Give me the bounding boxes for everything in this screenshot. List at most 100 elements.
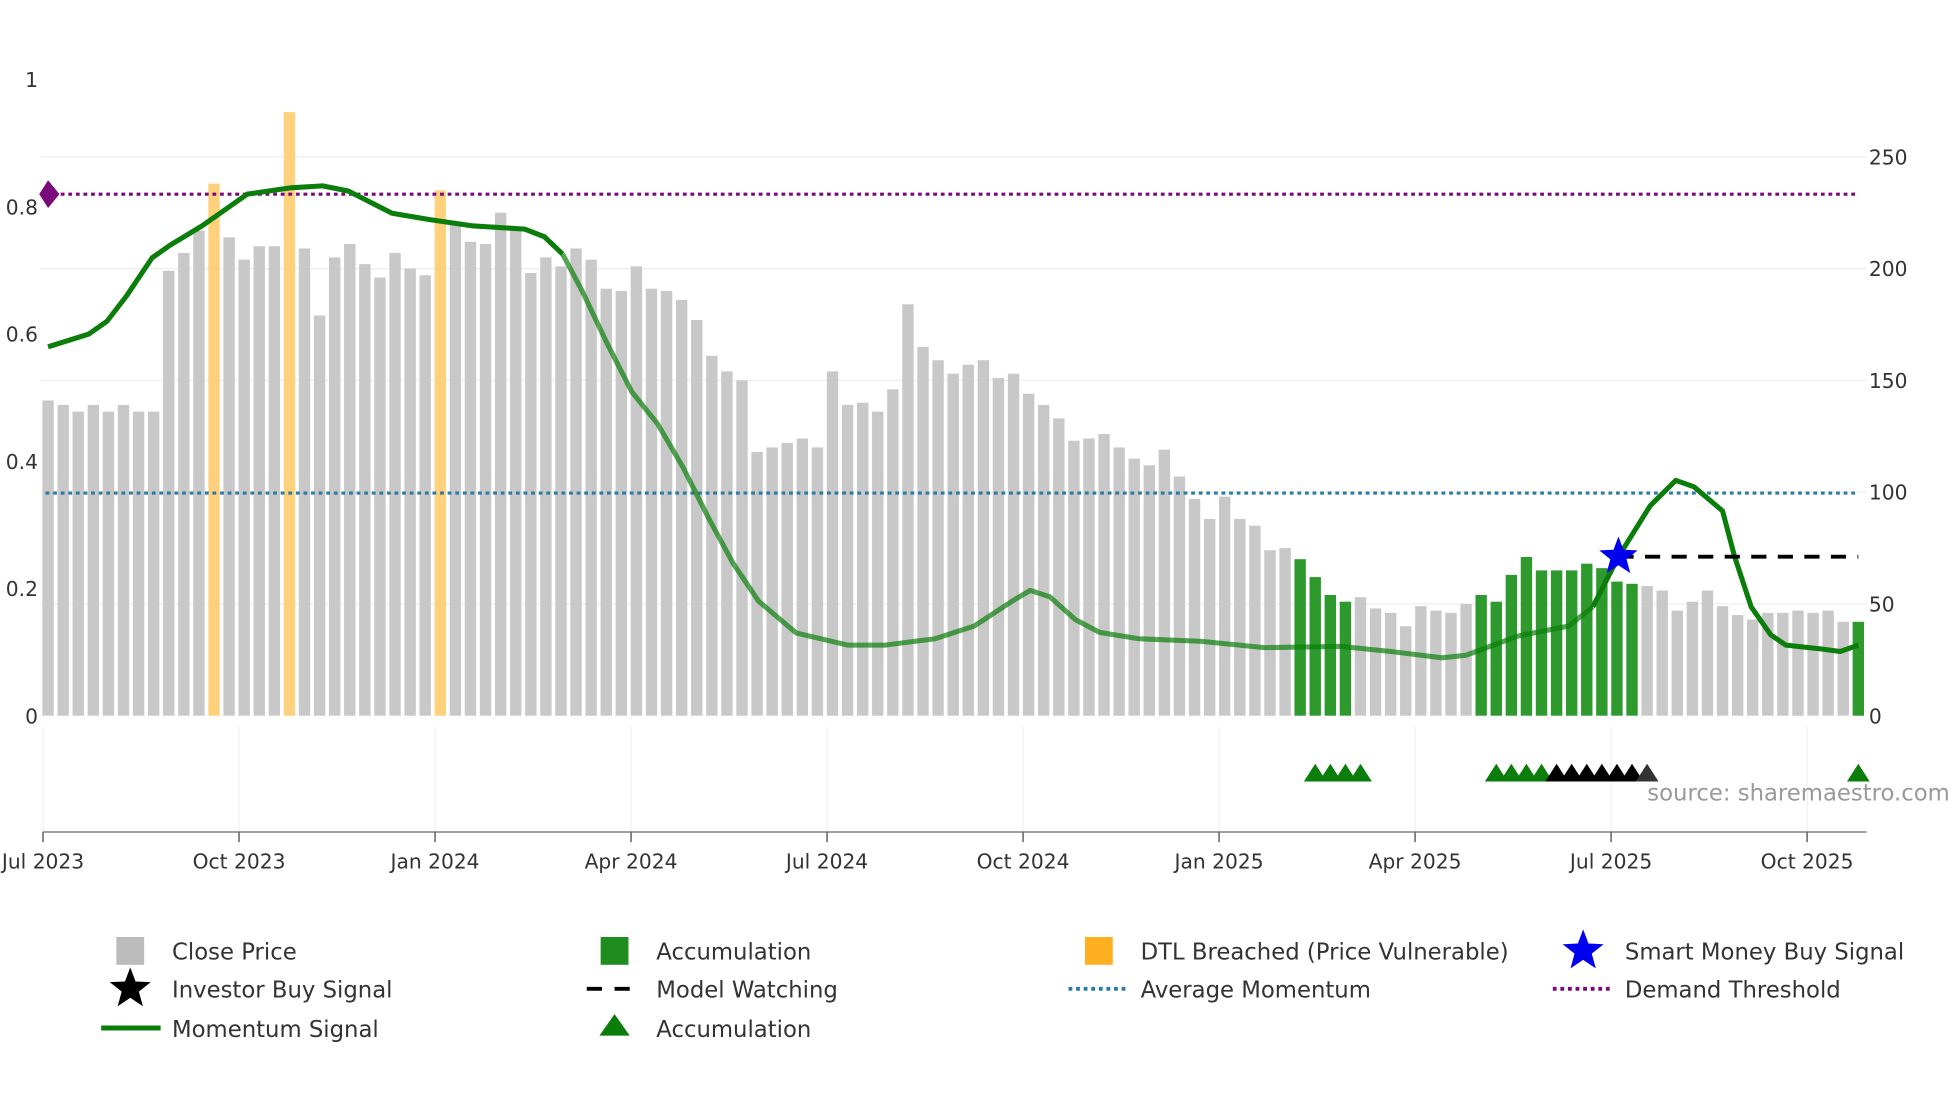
grey-square-icon	[116, 936, 145, 965]
price-bar	[1068, 440, 1080, 716]
x-tick-label: Jul 2023	[0, 850, 84, 874]
chart: 0 50 100 150 200 250 0 0.2 0.4 0.6 0.8 1 Jul 2023 Oct…	[0, 68, 1950, 1043]
left-tick-label: 0.4	[6, 450, 38, 474]
legend-item-orange-square: DTL Breached (Price Vulnerable)	[1084, 936, 1509, 966]
left-tick-label: 0.2	[6, 577, 38, 601]
price-bar	[510, 230, 522, 716]
price-bar	[1384, 612, 1397, 716]
price-bar	[1415, 606, 1427, 716]
orange-square-icon	[1084, 936, 1113, 965]
legend-label: DTL Breached (Price Vulnerable)	[1141, 940, 1509, 966]
price-bar	[1686, 601, 1699, 716]
accumulation-bar	[1535, 570, 1548, 716]
left-tick-label: 0	[25, 704, 38, 728]
price-bar	[1083, 438, 1095, 716]
blue-star-icon	[1562, 929, 1604, 969]
price-bar	[540, 257, 552, 716]
x-tick-label: Jul 2024	[784, 850, 868, 874]
price-bar	[147, 411, 160, 716]
legend-item-blue-dot: Average Momentum	[1068, 978, 1371, 1004]
accumulation-bar	[1505, 574, 1518, 716]
legend-item-black-star: Investor Buy Signal	[109, 967, 392, 1007]
price-bar	[977, 360, 990, 716]
price-bar	[238, 259, 250, 716]
price-bar	[1354, 597, 1367, 716]
price-bar	[389, 252, 401, 716]
price-bar	[811, 447, 824, 716]
price-bar	[1445, 612, 1457, 716]
price-bar	[57, 404, 69, 716]
accumulation-bar	[1475, 594, 1487, 716]
x-tick-label: Oct 2024	[977, 850, 1070, 874]
price-bar	[419, 275, 431, 716]
price-bar	[826, 371, 839, 716]
legend-label: Investor Buy Signal	[172, 978, 392, 1004]
price-bar	[1807, 612, 1819, 716]
left-tick-label: 0.6	[6, 323, 38, 347]
price-bar	[1731, 615, 1744, 716]
legend-label: Smart Money Buy Signal	[1625, 940, 1904, 966]
price-bar	[736, 380, 748, 716]
accumulation-bar	[1581, 563, 1593, 716]
accumulation-bar	[1550, 570, 1563, 716]
accumulation-bar	[1626, 583, 1638, 716]
x-tick-label: Apr 2024	[585, 850, 678, 874]
investor-buy-triangle-icon	[1635, 763, 1659, 782]
price-bar	[178, 252, 190, 716]
x-tick-label: Apr 2025	[1369, 850, 1462, 874]
legend-item-blue-star: Smart Money Buy Signal	[1562, 929, 1904, 969]
price-bar	[359, 264, 371, 716]
price-bar	[1038, 404, 1050, 716]
price-bar	[691, 319, 703, 716]
left-tick-label: 1	[25, 68, 38, 92]
price-bar	[313, 315, 326, 716]
price-bar	[555, 266, 567, 716]
signal-panel	[1303, 763, 1870, 782]
price-bar	[117, 404, 130, 716]
legend-item-purple-dot: Demand Threshold	[1552, 978, 1841, 1004]
price-bar	[751, 451, 763, 716]
price-bar	[1369, 608, 1382, 716]
green-square-icon	[600, 936, 629, 965]
accumulation-bar	[1324, 594, 1337, 716]
legend-label: Momentum Signal	[172, 1017, 379, 1043]
price-bar	[841, 404, 854, 716]
price-bar	[1264, 550, 1276, 716]
price-bar	[675, 299, 688, 716]
price-bar	[479, 243, 492, 716]
price-bar	[1430, 610, 1442, 716]
legend-item-black-dash: Model Watching	[586, 978, 838, 1004]
price-bar	[1822, 610, 1834, 716]
smart-money-star-icon	[1599, 536, 1638, 574]
price-bar	[1022, 393, 1035, 716]
accumulation-bar	[1566, 570, 1578, 716]
price-bar	[268, 246, 281, 716]
right-tick-label: 200	[1869, 257, 1908, 281]
left-tick-label: 0.8	[6, 195, 38, 219]
price-bar	[1671, 610, 1683, 716]
price-bar	[585, 259, 597, 716]
x-tick-label: Jan 2025	[1173, 850, 1264, 874]
price-bar	[464, 241, 477, 716]
x-tick-label: Oct 2025	[1761, 850, 1854, 874]
price-bar	[932, 360, 944, 716]
price-bar	[1219, 496, 1231, 716]
price-bar	[1158, 449, 1171, 716]
price-bar	[660, 290, 673, 716]
source-label: source: sharemaestro.com	[1647, 780, 1950, 806]
price-bar	[132, 411, 145, 716]
price-bar	[1716, 606, 1729, 716]
price-bar	[253, 246, 265, 716]
right-tick-label: 150	[1869, 369, 1908, 393]
right-tick-label: 50	[1869, 593, 1895, 617]
price-bar	[344, 243, 356, 716]
legend-label: Average Momentum	[1141, 978, 1371, 1004]
price-bar	[887, 389, 899, 716]
price-bar	[570, 248, 582, 716]
price-bar	[615, 290, 628, 716]
price-bar	[72, 411, 84, 716]
accumulation-bar	[1294, 559, 1306, 716]
dtl-bar	[283, 112, 296, 716]
price-bar	[494, 212, 507, 716]
x-tick-label: Oct 2023	[193, 850, 286, 874]
